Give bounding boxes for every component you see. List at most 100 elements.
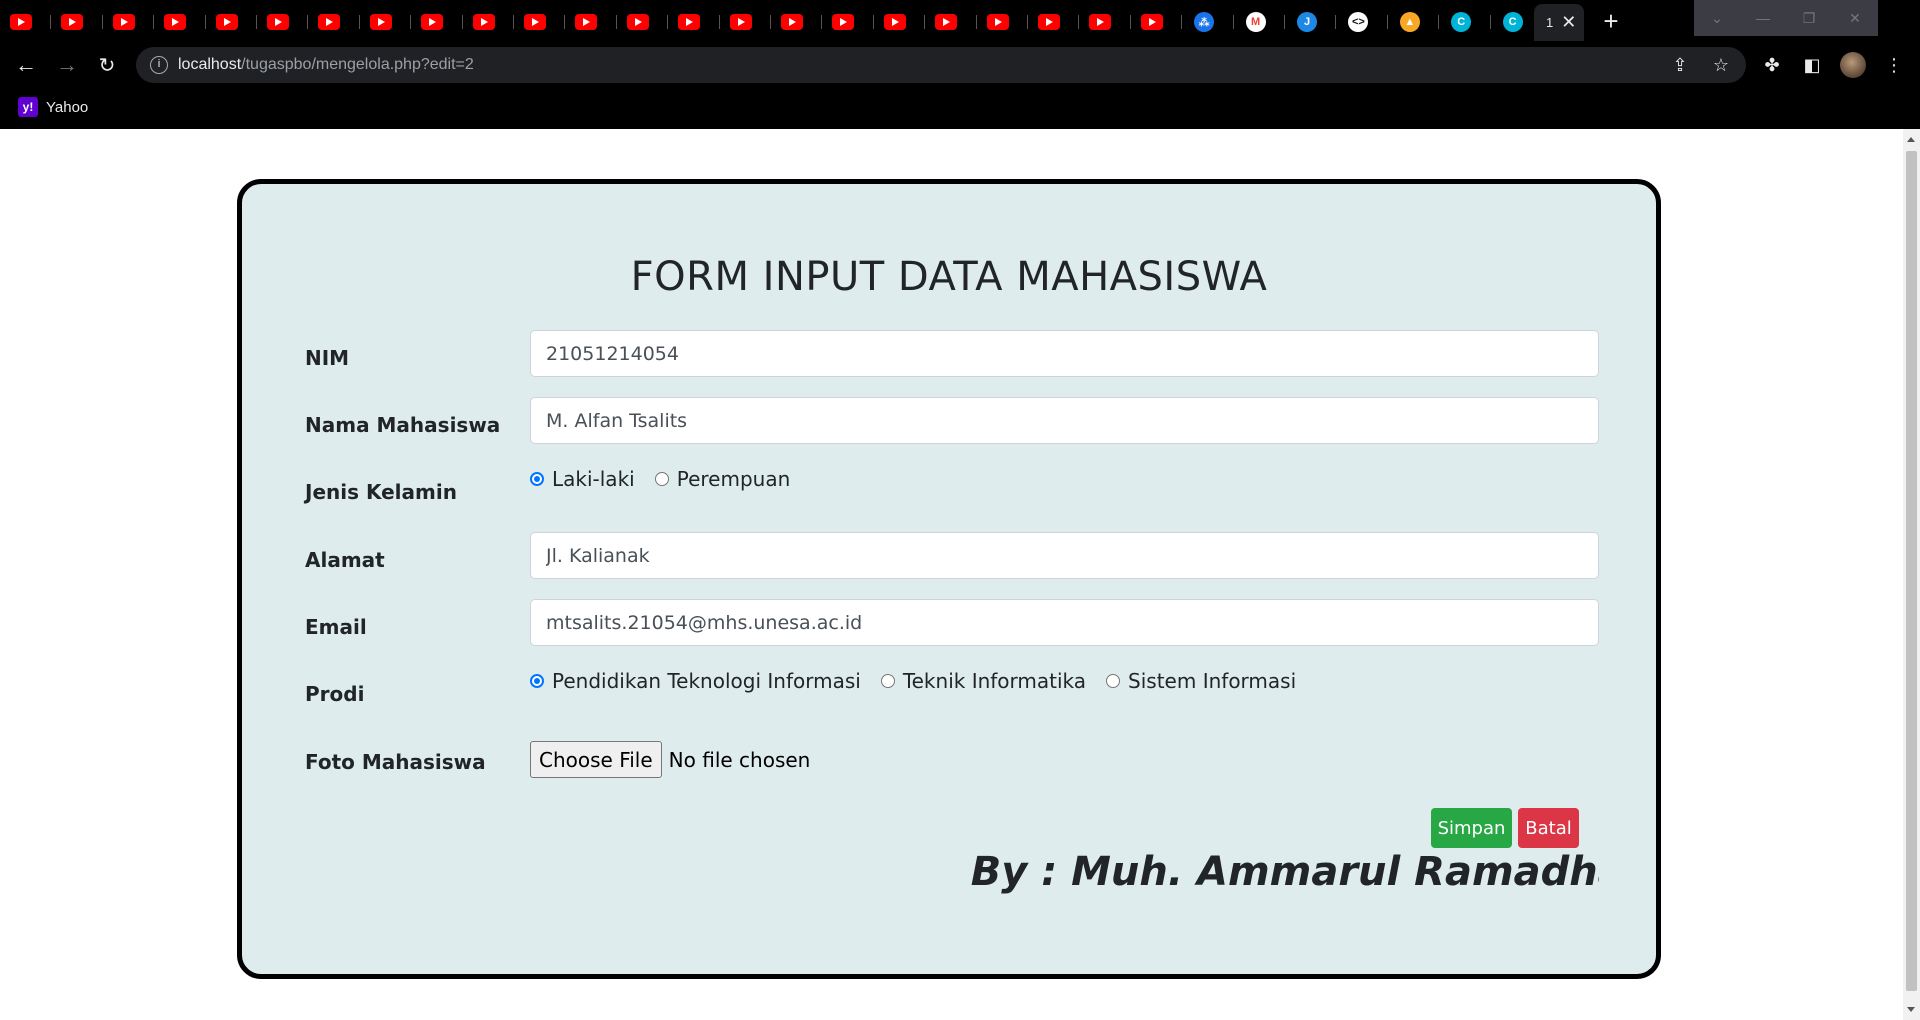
choose-file-button[interactable]: Choose File: [530, 741, 662, 778]
radio-ti-control[interactable]: [880, 674, 895, 688]
youtube-icon: [472, 14, 495, 30]
nim-input[interactable]: [530, 330, 1599, 377]
browser-tab[interactable]: [565, 6, 617, 38]
youtube-icon: [575, 14, 598, 30]
youtube-icon: [935, 14, 958, 30]
radio-perempuan-label: Perempuan: [676, 467, 791, 491]
side-panel-icon[interactable]: ◧: [1796, 49, 1828, 81]
reload-button[interactable]: ↻: [91, 49, 123, 81]
browser-tab[interactable]: [411, 6, 463, 38]
radio-laki-laki-control[interactable]: [530, 472, 544, 486]
browser-tab[interactable]: [463, 6, 514, 38]
profile-avatar[interactable]: [1840, 52, 1866, 78]
radio-pti-label: Pendidikan Teknologi Informasi: [552, 669, 861, 693]
browser-tab[interactable]: [51, 6, 103, 38]
youtube-icon: [883, 14, 906, 30]
scroll-down-icon[interactable]: [1907, 1007, 1915, 1012]
browser-tab[interactable]: [977, 6, 1028, 38]
url-text[interactable]: localhost/tugaspbo/mengelola.php?edit=2: [178, 56, 474, 74]
youtube-icon: [1038, 14, 1060, 30]
app-favicon-icon: J: [1297, 12, 1317, 32]
email-label: Email: [305, 615, 367, 639]
cancel-button[interactable]: Batal: [1518, 808, 1579, 848]
tab-active[interactable]: 1 ✕: [1534, 4, 1584, 41]
save-button[interactable]: Simpan: [1431, 808, 1512, 848]
browser-tab[interactable]: [1028, 6, 1080, 38]
forward-button[interactable]: →: [51, 49, 83, 81]
browser-tab[interactable]: [154, 6, 206, 38]
bookmark-yahoo[interactable]: y! Yahoo: [18, 97, 88, 117]
scroll-up-icon[interactable]: [1907, 137, 1915, 142]
browser-tab[interactable]: [308, 6, 360, 38]
address-bar[interactable]: i localhost/tugaspbo/mengelola.php?edit=…: [136, 47, 1746, 83]
youtube-icon: [626, 14, 649, 30]
radio-si-control[interactable]: [1106, 674, 1121, 688]
youtube-icon: [112, 14, 135, 30]
browser-tab[interactable]: [103, 6, 155, 38]
app-favicon-icon: ⁂: [1194, 12, 1215, 32]
menu-icon[interactable]: ⋮: [1878, 49, 1910, 81]
radio-ti[interactable]: Teknik Informatika: [880, 669, 1087, 693]
browser-tab[interactable]: [822, 6, 874, 38]
maximize-button[interactable]: ❐: [1786, 0, 1832, 36]
nama-label: Nama Mahasiswa: [305, 413, 501, 437]
youtube-icon: [164, 14, 187, 30]
radio-perempuan[interactable]: Perempuan: [654, 467, 791, 491]
browser-tab[interactable]: [771, 6, 823, 38]
radio-ti-label: Teknik Informatika: [902, 669, 1087, 693]
browser-tab[interactable]: ⁂: [1182, 6, 1234, 38]
browser-tab[interactable]: [668, 6, 720, 38]
site-info-icon[interactable]: i: [150, 56, 168, 74]
yahoo-icon: y!: [18, 97, 38, 117]
browser-tab[interactable]: [206, 6, 257, 38]
radio-laki-laki-label: Laki-laki: [552, 467, 635, 491]
radio-laki-laki[interactable]: Laki-laki: [530, 467, 635, 491]
browser-tab[interactable]: [1131, 6, 1183, 38]
youtube-icon: [61, 14, 84, 30]
youtube-icon: [729, 14, 752, 30]
alamat-label: Alamat: [305, 548, 385, 572]
close-window-button[interactable]: ✕: [1832, 0, 1878, 36]
minimize-button[interactable]: —: [1740, 0, 1786, 36]
alamat-input[interactable]: [530, 532, 1599, 579]
foto-label: Foto Mahasiswa: [305, 750, 486, 774]
tab-search-icon[interactable]: ⌄: [1694, 0, 1740, 36]
close-tab-icon[interactable]: ✕: [1561, 12, 1576, 33]
browser-tab[interactable]: [257, 6, 309, 38]
browser-tab[interactable]: J: [1285, 6, 1337, 38]
browser-tab[interactable]: M: [1234, 6, 1285, 38]
email-input[interactable]: [530, 599, 1599, 646]
jenis-kelamin-group: Laki-laki Perempuan: [530, 467, 810, 491]
share-icon[interactable]: ⇪: [1668, 53, 1692, 77]
browser-tab[interactable]: C: [1439, 6, 1491, 38]
youtube-icon: [832, 14, 855, 30]
youtube-icon: [10, 14, 32, 30]
bookmark-star-icon[interactable]: ☆: [1709, 53, 1733, 77]
browser-tab[interactable]: [514, 6, 566, 38]
radio-si[interactable]: Sistem Informasi: [1106, 669, 1296, 693]
extensions-icon[interactable]: ✤: [1756, 49, 1788, 81]
radio-pti-control[interactable]: [530, 674, 544, 688]
browser-tab[interactable]: [720, 6, 771, 38]
prodi-label: Prodi: [305, 682, 365, 706]
form-card: FORM INPUT DATA MAHASISWA NIM Nama Mahas…: [237, 179, 1661, 979]
browser-tab[interactable]: [925, 6, 977, 38]
youtube-icon: [215, 14, 238, 30]
browser-tab[interactable]: [874, 6, 926, 38]
page-scrollbar[interactable]: [1903, 129, 1920, 1020]
youtube-icon: [678, 14, 701, 30]
browser-tab[interactable]: ▲: [1388, 6, 1440, 38]
radio-pti[interactable]: Pendidikan Teknologi Informasi: [530, 669, 861, 693]
nama-input[interactable]: [530, 397, 1599, 444]
radio-perempuan-control[interactable]: [654, 472, 669, 486]
browser-tab[interactable]: [1079, 6, 1131, 38]
browser-tab[interactable]: [617, 6, 669, 38]
browser-tab[interactable]: <>: [1336, 6, 1388, 38]
author-byline: By : Muh. Ammarul Ramadhan Ja: [970, 849, 1599, 895]
back-button[interactable]: ←: [10, 49, 42, 81]
app-favicon-icon: ▲: [1399, 12, 1420, 32]
browser-tab[interactable]: [0, 6, 52, 38]
browser-tab[interactable]: [360, 6, 412, 38]
new-tab-button[interactable]: +: [1596, 6, 1626, 36]
scroll-thumb[interactable]: [1906, 151, 1917, 991]
